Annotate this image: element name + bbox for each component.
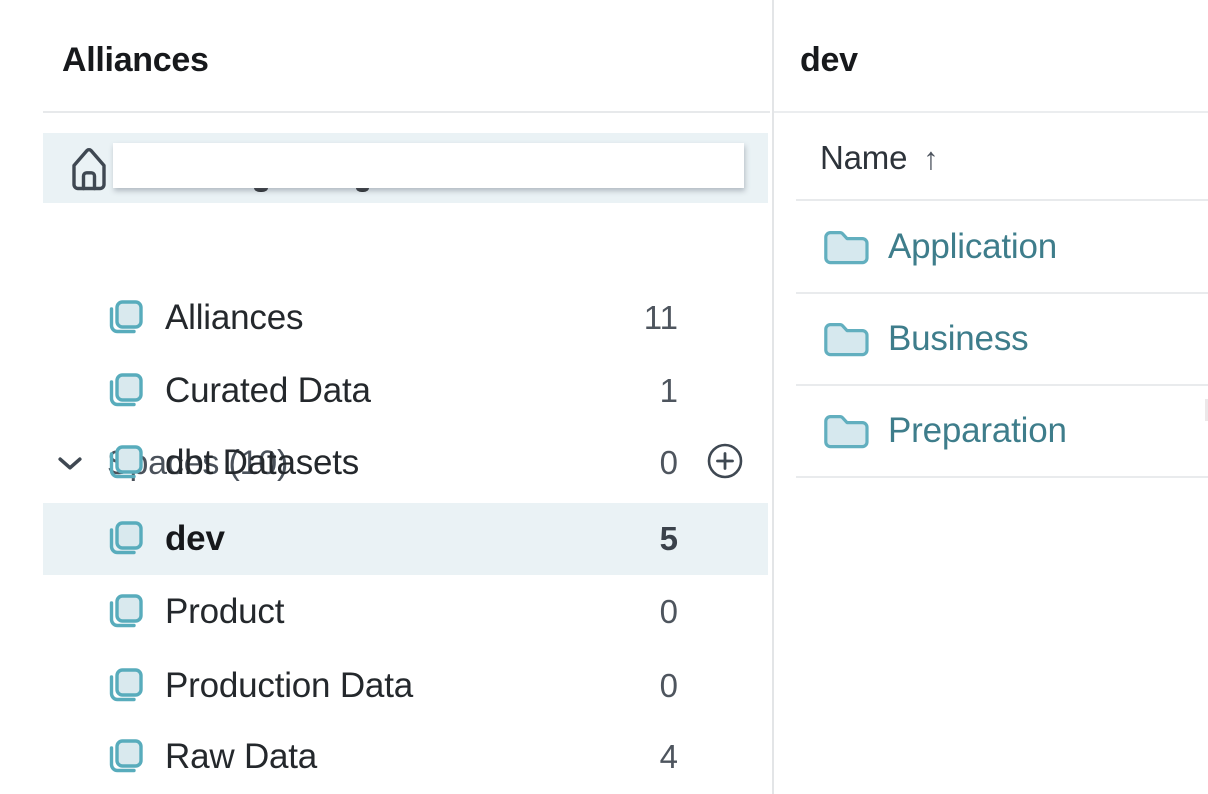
space-item-count: 11 bbox=[644, 282, 678, 354]
space-item-count: 1 bbox=[660, 355, 678, 427]
space-item-label: dev bbox=[165, 503, 225, 575]
space-item-label: Product bbox=[165, 576, 284, 648]
space-icon bbox=[105, 297, 146, 338]
table-row-preparation[interactable]: Preparation bbox=[774, 385, 1208, 477]
folder-name-link[interactable]: Business bbox=[888, 293, 1028, 385]
spaces-section-header[interactable]: Spaces (10) bbox=[0, 218, 772, 273]
folder-icon bbox=[822, 319, 869, 359]
content-panel: dev Name ↑ Application Business Preparati… bbox=[774, 0, 1208, 794]
sidebar-item-raw-data[interactable]: Raw Data 4 bbox=[43, 721, 768, 793]
sidebar-title: Alliances bbox=[62, 41, 209, 79]
space-icon bbox=[105, 591, 146, 632]
folder-icon bbox=[822, 411, 869, 451]
space-item-label: Curated Data bbox=[165, 355, 371, 427]
folder-icon bbox=[822, 227, 869, 267]
folder-name-link[interactable]: Application bbox=[888, 201, 1057, 293]
space-item-count: 0 bbox=[660, 427, 678, 499]
row-divider bbox=[796, 476, 1208, 478]
space-item-count: 0 bbox=[660, 576, 678, 648]
space-icon bbox=[105, 736, 146, 777]
space-icon bbox=[105, 518, 146, 559]
space-item-label: Production Data bbox=[165, 650, 413, 722]
sidebar-item-dev-selected[interactable]: dev 5 bbox=[43, 503, 768, 575]
page-title: dev bbox=[800, 41, 858, 79]
column-header-name[interactable]: Name ↑ bbox=[820, 140, 939, 176]
name-header-label: Name bbox=[820, 139, 907, 176]
sort-ascending-icon[interactable]: ↑ bbox=[923, 141, 938, 176]
space-item-count: 5 bbox=[660, 503, 678, 575]
sidebar-title-divider bbox=[43, 111, 770, 113]
folder-name-link[interactable]: Preparation bbox=[888, 385, 1067, 477]
space-item-label: dbt Datasets bbox=[165, 427, 359, 499]
space-item-count: 0 bbox=[660, 650, 678, 722]
space-icon bbox=[105, 665, 146, 706]
title-divider bbox=[774, 111, 1208, 113]
sidebar-item-curated-data[interactable]: Curated Data 1 bbox=[43, 355, 768, 427]
app-window: Alliances Spaces (10) Alliances 11 Curat… bbox=[0, 0, 1208, 794]
sidebar-item-dbt-datasets[interactable]: dbt Datasets 0 bbox=[43, 427, 768, 499]
table-row-business[interactable]: Business bbox=[774, 293, 1208, 385]
space-item-label: Alliances bbox=[165, 282, 303, 354]
redaction-overlay bbox=[113, 143, 744, 188]
space-item-label: Raw Data bbox=[165, 721, 317, 793]
sidebar-item-alliances[interactable]: Alliances 11 bbox=[43, 282, 768, 354]
sidebar-panel: Alliances Spaces (10) Alliances 11 Curat… bbox=[0, 0, 772, 794]
sidebar-item-production-data[interactable]: Production Data 0 bbox=[43, 650, 768, 722]
space-icon bbox=[105, 442, 146, 483]
table-row-application[interactable]: Application bbox=[774, 201, 1208, 293]
home-icon[interactable] bbox=[70, 144, 108, 192]
space-item-count: 4 bbox=[660, 721, 678, 793]
space-icon bbox=[105, 370, 146, 411]
sidebar-item-product[interactable]: Product 0 bbox=[43, 576, 768, 648]
